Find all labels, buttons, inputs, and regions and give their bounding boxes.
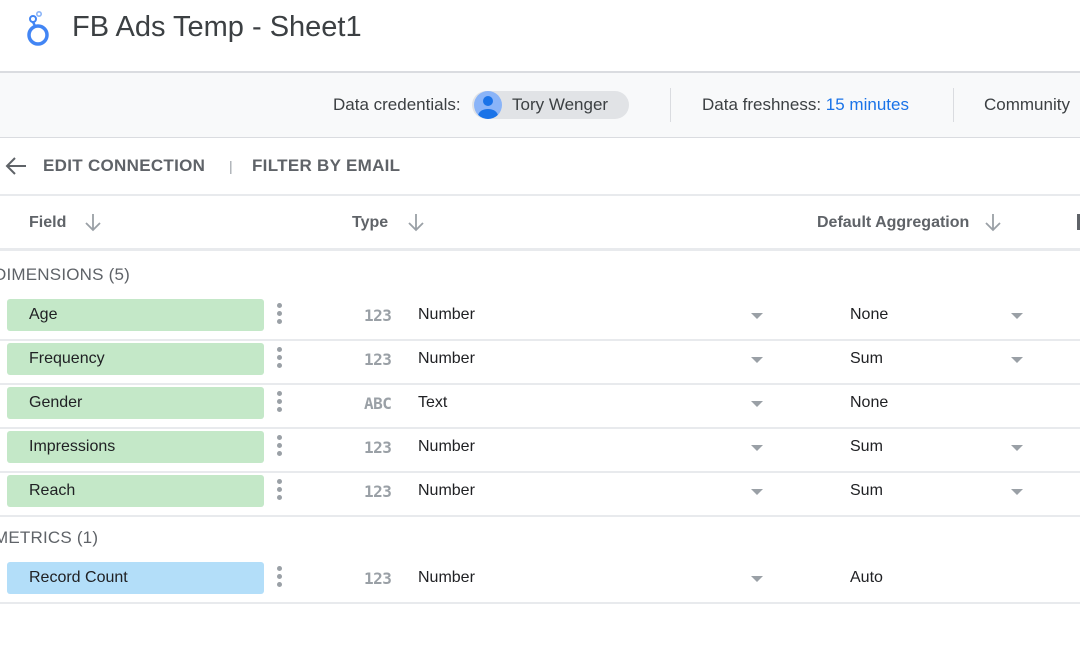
field-chip[interactable]: Age — [7, 299, 264, 331]
column-default-aggregation[interactable]: Default Aggregation — [817, 214, 969, 232]
dimensions-section-label: DIMENSIONS (5) — [0, 265, 130, 284]
chevron-down-icon[interactable] — [751, 489, 763, 495]
freshness-link[interactable]: 15 minutes — [826, 95, 909, 114]
type-select[interactable]: Number — [418, 438, 475, 456]
page-title[interactable]: FB Ads Temp - Sheet1 — [72, 11, 362, 44]
more-vert-icon[interactable] — [277, 479, 283, 503]
aggregation-select[interactable]: Sum — [850, 482, 883, 500]
action-separator: | — [229, 158, 233, 174]
field-name: Record Count — [29, 569, 128, 586]
aggregation-select[interactable]: None — [850, 306, 888, 324]
edit-connection-button[interactable]: EDIT CONNECTION — [43, 156, 205, 176]
type-icon: 123 — [364, 438, 392, 457]
more-vert-icon[interactable] — [277, 303, 283, 327]
type-icon: ABC — [364, 394, 392, 413]
type-select[interactable]: Number — [418, 350, 475, 368]
field-name: Age — [29, 306, 58, 323]
more-vert-icon[interactable] — [277, 347, 283, 371]
type-select[interactable]: Number — [418, 306, 475, 324]
column-type[interactable]: Type — [352, 214, 388, 232]
freshness-label: Data freshness: — [702, 95, 822, 114]
column-field[interactable]: Field — [29, 214, 66, 232]
chevron-down-icon[interactable] — [751, 576, 763, 582]
field-name: Frequency — [29, 350, 105, 367]
more-vert-icon[interactable] — [277, 391, 283, 415]
divider — [670, 88, 671, 122]
field-name: Reach — [29, 482, 76, 499]
aggregation-select[interactable]: None — [850, 394, 888, 412]
type-select[interactable]: Number — [418, 569, 475, 587]
arrow-left-icon[interactable] — [4, 154, 28, 178]
metrics-section-label: METRICS (1) — [0, 528, 99, 547]
field-chip[interactable]: Impressions — [7, 431, 264, 463]
type-icon: 123 — [364, 306, 392, 325]
chevron-down-icon[interactable] — [1011, 357, 1023, 363]
sort-arrow-icon[interactable] — [83, 211, 103, 233]
title-bar: FB Ads Temp - Sheet1 — [0, 0, 1080, 72]
type-select[interactable]: Number — [418, 482, 475, 500]
field-chip[interactable]: Frequency — [7, 343, 264, 375]
more-vert-icon[interactable] — [277, 566, 283, 590]
type-icon: 123 — [364, 350, 392, 369]
chevron-down-icon[interactable] — [751, 357, 763, 363]
chevron-down-icon[interactable] — [1011, 489, 1023, 495]
field-chip[interactable]: Reach — [7, 475, 264, 507]
divider — [953, 88, 954, 122]
type-icon: 123 — [364, 482, 392, 501]
looker-studio-logo-icon — [27, 10, 49, 46]
aggregation-select[interactable]: Auto — [850, 569, 883, 587]
chevron-down-icon[interactable] — [751, 313, 763, 319]
type-icon: 123 — [364, 569, 392, 588]
sort-arrow-icon[interactable] — [983, 211, 1003, 233]
field-chip[interactable]: Record Count — [7, 562, 264, 594]
aggregation-select[interactable]: Sum — [850, 438, 883, 456]
chevron-down-icon[interactable] — [751, 445, 763, 451]
chevron-down-icon[interactable] — [751, 401, 763, 407]
type-select[interactable]: Text — [418, 394, 447, 412]
chevron-down-icon[interactable] — [1011, 445, 1023, 451]
data-freshness: Data freshness: 15 minutes — [702, 95, 909, 115]
more-vert-icon[interactable] — [277, 435, 283, 459]
field-name: Impressions — [29, 438, 116, 455]
credentials-user[interactable]: Tory Wenger — [512, 95, 608, 115]
community-label[interactable]: Community — [984, 95, 1070, 115]
avatar-icon — [474, 91, 502, 119]
filter-by-email-button[interactable]: FILTER BY EMAIL — [252, 156, 400, 176]
aggregation-select[interactable]: Sum — [850, 350, 883, 368]
field-chip[interactable]: Gender — [7, 387, 264, 419]
sort-arrow-icon[interactable] — [406, 211, 426, 233]
field-name: Gender — [29, 394, 83, 411]
credentials-label: Data credentials: — [333, 95, 461, 114]
chevron-down-icon[interactable] — [1011, 313, 1023, 319]
